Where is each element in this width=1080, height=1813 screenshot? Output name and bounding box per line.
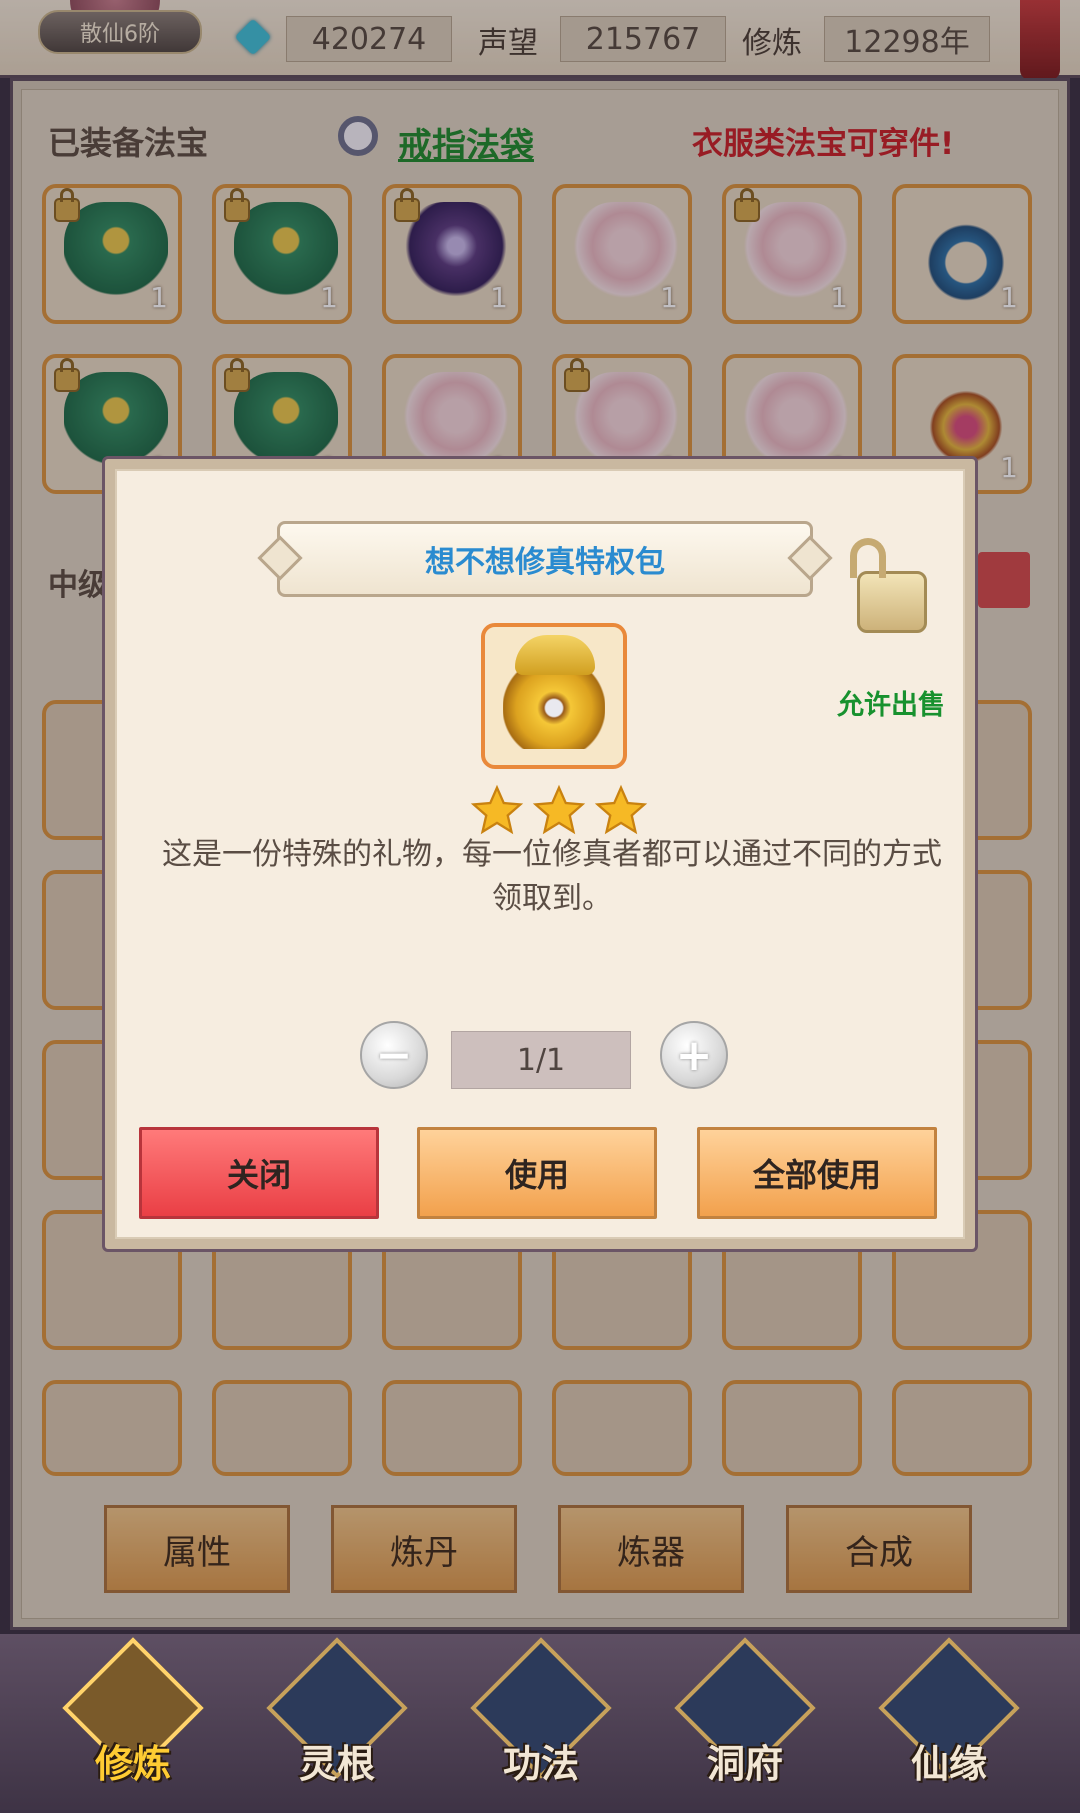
- nav-label: 功法: [502, 1742, 579, 1786]
- item-preview: [481, 623, 627, 769]
- close-button[interactable]: 关闭: [139, 1127, 379, 1219]
- use-all-button[interactable]: 全部使用: [697, 1127, 937, 1219]
- nav-label: 灵根: [298, 1742, 375, 1786]
- nav-item-gourd[interactable]: 仙缘: [874, 1637, 1024, 1798]
- nav-item-pavilion[interactable]: 洞府: [670, 1637, 820, 1798]
- bottom-navigation: 修炼 灵根 功法 洞府 仙缘: [0, 1634, 1080, 1813]
- use-button[interactable]: 使用: [417, 1127, 657, 1219]
- star-icon: [532, 784, 586, 835]
- nav-label: 洞府: [706, 1742, 783, 1786]
- unlock-icon[interactable]: [850, 538, 927, 633]
- star-icon: [594, 784, 648, 835]
- allow-sell-label: 允许出售: [837, 690, 945, 721]
- dialog-title: 想不想修真特权包: [425, 545, 665, 580]
- dialog-title-plaque: 想不想修真特权包: [277, 521, 813, 597]
- nav-item-yin-yang-sword[interactable]: 灵根: [262, 1637, 412, 1798]
- item-dialog: 想不想修真特权包 允许出售 这是一份特殊的礼物，每一位修真者都可以通过不同的方式…: [102, 456, 978, 1252]
- quantity-decrease-button[interactable]: −: [360, 1021, 428, 1089]
- nav-label: 仙缘: [910, 1742, 987, 1786]
- star-icon: [470, 784, 524, 835]
- nav-label: 修炼: [94, 1742, 171, 1786]
- nav-item-book[interactable]: 功法: [466, 1637, 616, 1798]
- quantity-field[interactable]: 1/1: [451, 1031, 631, 1089]
- quantity-increase-button[interactable]: +: [660, 1021, 728, 1089]
- dialog-body: 想不想修真特权包 允许出售 这是一份特殊的礼物，每一位修真者都可以通过不同的方式…: [115, 469, 965, 1239]
- nav-item-meditating-monk[interactable]: 修炼: [58, 1637, 208, 1798]
- item-description: 这是一份特殊的礼物，每一位修真者都可以通过不同的方式领取到。: [162, 837, 942, 916]
